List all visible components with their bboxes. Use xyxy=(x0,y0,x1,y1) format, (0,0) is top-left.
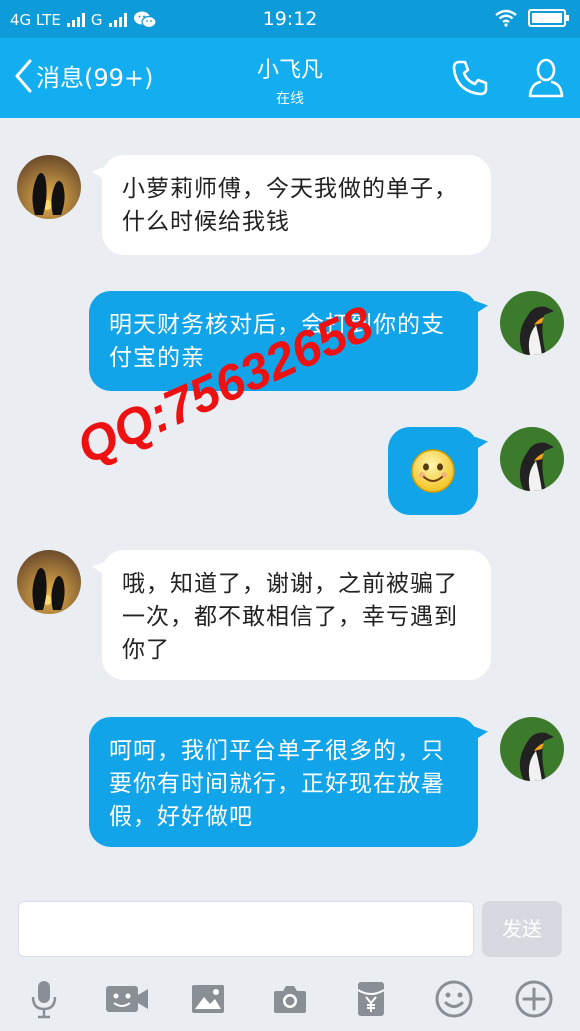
message-text: 呵呵，我们平台单子很多的，只要你有时间就行，正好现在放暑假，好好做吧 xyxy=(109,738,445,830)
penguins-avatar-icon xyxy=(17,550,81,614)
contact-info[interactable]: 小飞凡 在线 xyxy=(0,52,580,108)
send-button[interactable]: 发送 xyxy=(482,901,562,957)
message-bubble-incoming[interactable]: 小萝莉师傅，今天我做的单子，什么时候给我钱 xyxy=(102,155,491,255)
message-list[interactable]: 小萝莉师傅，今天我做的单子，什么时候给我钱 明天财务核对后，会打到你的支付宝的亲 xyxy=(0,118,580,883)
more-button[interactable] xyxy=(512,977,556,1021)
my-avatar[interactable] xyxy=(500,717,564,781)
message-input[interactable] xyxy=(18,901,474,957)
video-call-button[interactable] xyxy=(103,977,151,1021)
status-bar: 4G LTE G 19:12 xyxy=(0,0,580,38)
camera-icon xyxy=(274,986,306,1013)
wifi-icon xyxy=(495,9,517,27)
video-icon xyxy=(106,986,148,1012)
emoji-icon xyxy=(435,980,473,1018)
toolbar xyxy=(0,977,580,1021)
microphone-icon xyxy=(31,981,57,1019)
contact-status: 在线 xyxy=(276,91,304,107)
king-penguin-avatar-icon xyxy=(500,427,564,491)
message-bubble-incoming[interactable]: 哦，知道了，谢谢，之前被骗了一次，都不敢相信了，幸亏遇到你了 xyxy=(102,550,491,680)
voice-button[interactable] xyxy=(22,977,66,1021)
smile-emoji-icon xyxy=(411,449,455,493)
red-packet-button[interactable] xyxy=(354,977,388,1021)
message-bubble-emoji[interactable] xyxy=(388,427,478,515)
profile-icon[interactable] xyxy=(526,56,566,100)
penguins-avatar-icon xyxy=(17,155,81,219)
message-text: 小萝莉师傅，今天我做的单子，什么时候给我钱 xyxy=(122,176,458,235)
plus-icon xyxy=(515,980,553,1018)
image-button[interactable] xyxy=(188,977,228,1021)
phone-icon[interactable] xyxy=(450,58,490,98)
red-packet-icon xyxy=(357,982,385,1016)
king-penguin-avatar-icon xyxy=(500,291,564,355)
input-bar: 发送 xyxy=(0,883,580,1031)
image-icon xyxy=(192,985,224,1013)
contact-avatar[interactable] xyxy=(17,155,81,219)
emoji-button[interactable] xyxy=(432,977,476,1021)
my-avatar[interactable] xyxy=(500,291,564,355)
my-avatar[interactable] xyxy=(500,427,564,491)
clock: 19:12 xyxy=(262,8,318,30)
message-text: 哦，知道了，谢谢，之前被骗了一次，都不敢相信了，幸亏遇到你了 xyxy=(122,571,458,663)
camera-button[interactable] xyxy=(270,977,310,1021)
king-penguin-avatar-icon xyxy=(500,717,564,781)
contact-name: 小飞凡 xyxy=(256,58,323,83)
battery-icon xyxy=(528,9,569,27)
message-bubble-outgoing[interactable]: 呵呵，我们平台单子很多的，只要你有时间就行，正好现在放暑假，好好做吧 xyxy=(89,717,478,847)
contact-avatar[interactable] xyxy=(17,550,81,614)
chat-header: 消息(99+) 小飞凡 在线 xyxy=(0,38,580,118)
